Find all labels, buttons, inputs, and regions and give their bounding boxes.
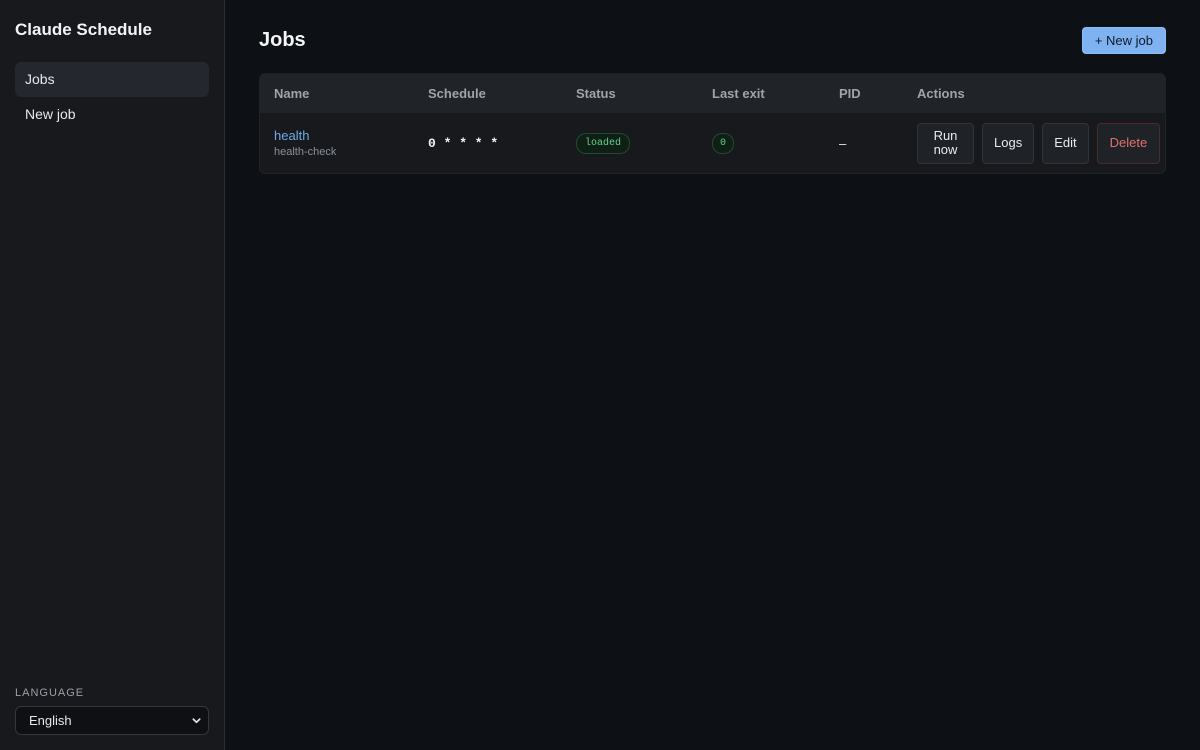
edit-button[interactable]: Edit: [1042, 122, 1089, 164]
language-block: LANGUAGE English: [15, 687, 209, 735]
jobs-table-card: Name Schedule Status Last exit PID Actio…: [259, 73, 1166, 174]
page-title: Jobs: [259, 29, 306, 51]
sidebar-nav: Jobs New job: [15, 62, 209, 132]
sidebar: Claude Schedule Jobs New job LANGUAGE En…: [0, 0, 225, 750]
chevron-down-icon: [192, 718, 201, 724]
cell-name: health health-check: [260, 113, 414, 173]
table-header-row: Name Schedule Status Last exit PID Actio…: [260, 74, 1165, 113]
main-content: Jobs + New job Name Schedule Status Last…: [225, 0, 1200, 750]
pid-value: –: [839, 135, 847, 151]
language-select-value: English: [29, 713, 72, 728]
language-label: LANGUAGE: [15, 687, 85, 699]
row-actions: Run now Logs Edit Delete: [917, 122, 1165, 164]
column-header-status: Status: [576, 86, 616, 101]
job-schedule: 0 * * * *: [428, 136, 499, 151]
cell-pid: –: [825, 113, 903, 173]
page-header: Jobs + New job: [259, 27, 1166, 54]
column-header-last-exit: Last exit: [712, 86, 765, 101]
column-header-actions: Actions: [917, 86, 965, 101]
cell-last-exit: 0: [698, 113, 825, 173]
new-job-button[interactable]: + New job: [1081, 27, 1166, 54]
sidebar-item-jobs[interactable]: Jobs: [15, 62, 209, 97]
language-select[interactable]: English: [15, 706, 209, 735]
app-brand: Claude Schedule: [15, 20, 152, 39]
run-now-button[interactable]: Run now: [917, 122, 974, 164]
column-header-schedule: Schedule: [428, 86, 486, 101]
status-badge: loaded: [576, 132, 631, 154]
jobs-table: Name Schedule Status Last exit PID Actio…: [260, 74, 1165, 173]
app-root: Claude Schedule Jobs New job LANGUAGE En…: [0, 0, 1200, 750]
cell-schedule: 0 * * * *: [414, 113, 562, 173]
cell-actions: Run now Logs Edit Delete: [903, 113, 1165, 173]
column-header-name: Name: [274, 86, 310, 101]
logs-button[interactable]: Logs: [982, 122, 1035, 164]
last-exit-badge: 0: [712, 132, 735, 154]
column-header-pid: PID: [839, 86, 861, 101]
job-name-link[interactable]: health: [274, 128, 414, 144]
job-id: health-check: [274, 146, 337, 158]
table-row: health health-check 0 * * * * loaded 0 –…: [260, 113, 1165, 173]
cell-status: loaded: [562, 113, 698, 173]
sidebar-item-new-job[interactable]: New job: [15, 97, 209, 132]
delete-button[interactable]: Delete: [1096, 122, 1161, 164]
